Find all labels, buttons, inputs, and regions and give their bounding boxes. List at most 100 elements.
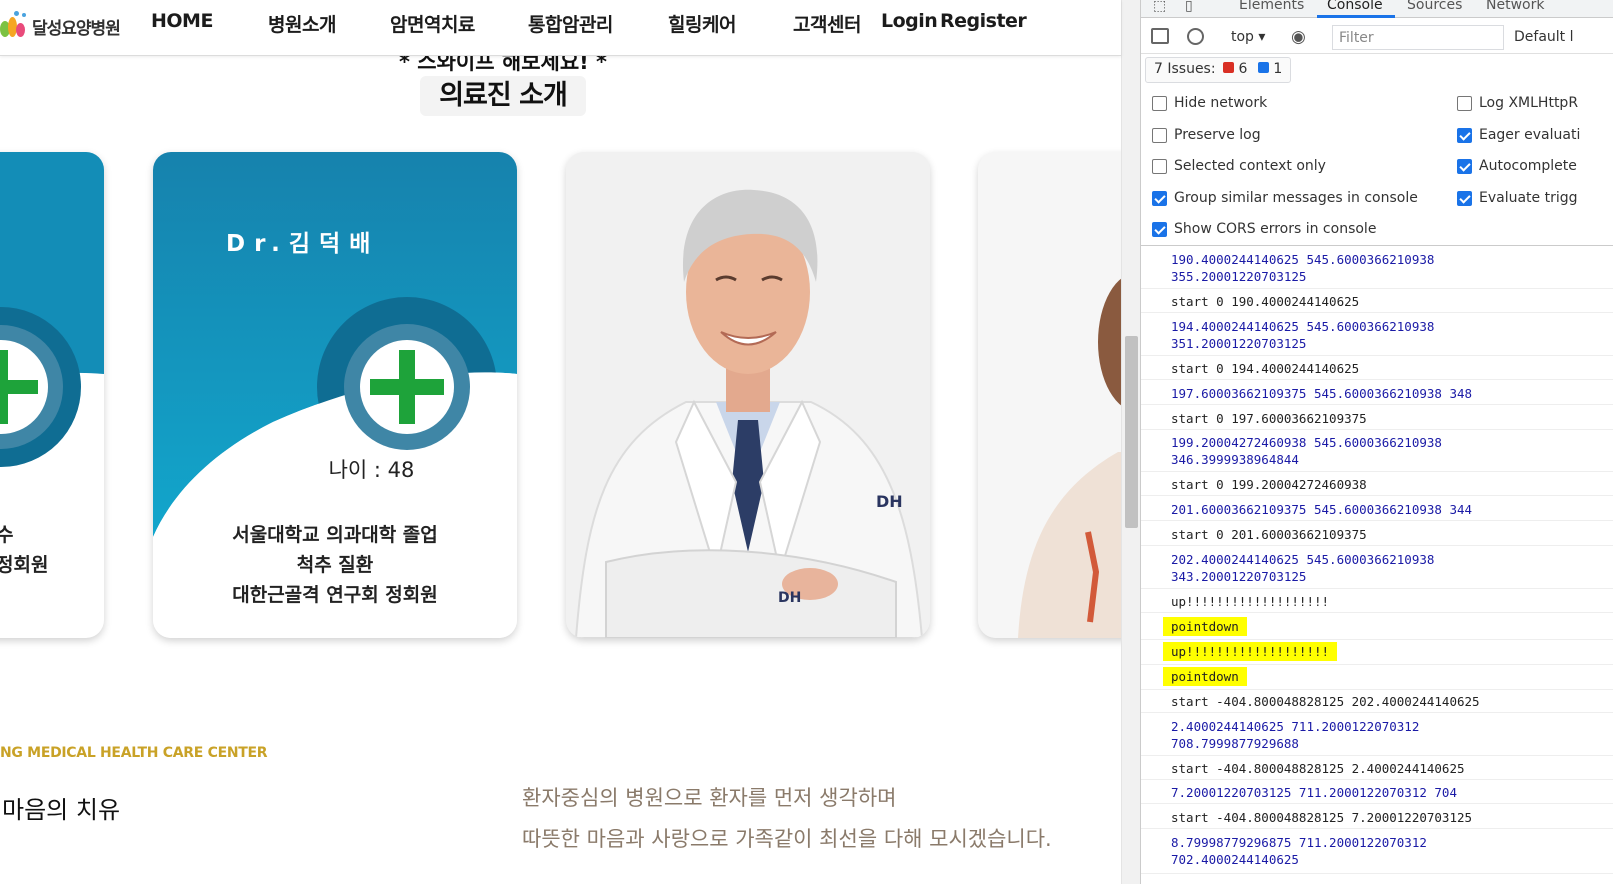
console-message: start 0 190.4000244140625 (1141, 293, 1613, 313)
description-line: 따뜻한 마음과 사랑으로 가족같이 최선을 다해 모시겠습니다. (522, 827, 1052, 851)
credential-line: 서울대학교 의과대학 졸업 (232, 524, 438, 546)
hospital-description: 환자중심의 병원으로 환자를 먼저 생각하며 따뜻한 마음과 사랑으로 가족같이… (522, 778, 1052, 860)
context-selector[interactable]: top ▾ (1231, 29, 1265, 45)
setting-group-similar[interactable]: Group similar messages in console (1152, 188, 1418, 208)
setting-label: Hide network (1174, 95, 1268, 111)
device-toolbar-icon[interactable]: ▯ (1185, 0, 1193, 14)
doctor-card-partial[interactable]: 수 정회원 (0, 152, 104, 638)
clear-console-icon[interactable] (1187, 28, 1204, 45)
console-message: 8.79998779296875 711.2000122070312 702.4… (1141, 834, 1613, 874)
error-icon (1223, 62, 1235, 73)
setting-label: Autocomplete (1479, 158, 1577, 174)
checkbox[interactable] (1152, 221, 1167, 237)
checkbox[interactable] (1457, 95, 1472, 111)
highlighted-text: pointdown (1163, 667, 1247, 686)
setting-hide-network[interactable]: Hide network (1152, 93, 1267, 113)
nav-about[interactable]: 병원소개 (268, 10, 336, 37)
highlighted-text: pointdown (1163, 617, 1247, 636)
setting-evaluate-triggers[interactable]: Evaluate trigg (1457, 188, 1578, 208)
console-message-highlighted: pointdown (1141, 667, 1613, 690)
tab-console[interactable]: Console (1327, 0, 1383, 13)
credential-line: 대한근골격 연구회 정회원 (232, 584, 438, 606)
console-output: 190.4000244140625 545.6000366210938 355.… (1141, 247, 1613, 884)
checkbox[interactable] (1152, 95, 1167, 111)
center-tagline-ko: 마음의 치유 (2, 796, 121, 824)
coat-logo-icon: DH (876, 492, 903, 511)
page-scrollbar[interactable] (1121, 0, 1140, 884)
devtools-tab-bar: ⬚ ▯ Elements Console Sources Network (1141, 0, 1613, 18)
coat-logo-icon: DH (778, 590, 801, 606)
console-message-highlighted: up!!!!!!!!!!!!!!!!!!! (1141, 642, 1613, 665)
console-filter-input[interactable]: Filter (1332, 25, 1504, 50)
sidebar-toggle-icon[interactable] (1151, 28, 1169, 44)
highlighted-text: up!!!!!!!!!!!!!!!!!!! (1163, 642, 1338, 661)
nav-register[interactable]: Register (940, 10, 1027, 32)
tab-network[interactable]: Network (1486, 0, 1544, 13)
logo-text: 달성요양병원 (32, 18, 121, 39)
issues-label: 7 Issues: (1154, 61, 1216, 77)
nav-cancer-care[interactable]: 통합암관리 (528, 10, 613, 37)
checkbox[interactable] (1152, 190, 1167, 206)
partial-card-line: 정회원 (0, 554, 49, 576)
checkbox[interactable] (1457, 127, 1472, 143)
setting-eager-evaluation[interactable]: Eager evaluati (1457, 125, 1580, 145)
credential-line: 척추 질환 (296, 554, 374, 576)
checkbox[interactable] (1152, 127, 1167, 143)
console-message: 7.20001220703125 711.2000122070312 704 (1141, 784, 1613, 804)
console-message: start 0 194.4000244140625 (1141, 360, 1613, 380)
checkbox[interactable] (1457, 190, 1472, 206)
info-icon (1257, 62, 1269, 73)
tab-sources[interactable]: Sources (1407, 0, 1462, 13)
setting-preserve-log[interactable]: Preserve log (1152, 125, 1261, 145)
console-message: 199.20004272460938 545.6000366210938 346… (1141, 434, 1613, 472)
site-logo[interactable]: 달성요양병원 (0, 6, 121, 46)
console-message: start -404.800048828125 202.400024414062… (1141, 693, 1613, 713)
nav-immunotherapy[interactable]: 암면역치료 (390, 10, 475, 37)
setting-label: Log XMLHttpR (1479, 95, 1579, 111)
log-levels-dropdown[interactable]: Default l (1514, 29, 1574, 45)
checkbox[interactable] (1152, 158, 1167, 174)
page-scrollbar-thumb[interactable] (1125, 336, 1138, 528)
partial-card-lines: 수 정회원 (0, 520, 48, 580)
console-toolbar: top ▾ ◉ Filter Default l (1141, 22, 1613, 54)
setting-label: Group similar messages in console (1174, 190, 1418, 206)
inspect-element-icon[interactable]: ⬚ (1153, 0, 1166, 14)
devtools-panel: ⬚ ▯ Elements Console Sources Network top… (1140, 0, 1613, 884)
center-tagline-en: NG MEDICAL HEALTH CARE CENTER (0, 745, 268, 761)
tab-elements[interactable]: Elements (1239, 0, 1304, 13)
doctor-card[interactable]: Dr.김덕배 나이 : 48 서울대학교 의과대학 졸업 척추 질환 대한근골격… (153, 152, 517, 638)
setting-label: Selected context only (1174, 158, 1326, 174)
console-message: 201.60003662109375 545.6000366210938 344 (1141, 501, 1613, 521)
doctor-photo-card-next[interactable] (978, 152, 1140, 638)
partial-card-line: 수 (0, 524, 14, 546)
issues-counter-button[interactable]: 7 Issues: 6 1 (1145, 57, 1292, 83)
nav-healing-care[interactable]: 힐링케어 (668, 10, 736, 37)
setting-log-xmlhttp[interactable]: Log XMLHttpR (1457, 93, 1578, 113)
setting-autocomplete[interactable]: Autocomplete (1457, 156, 1577, 176)
active-tab-indicator (1317, 15, 1395, 18)
console-message: start 0 201.60003662109375 (1141, 526, 1613, 546)
checkbox[interactable] (1457, 158, 1472, 174)
nav-home[interactable]: HOME (151, 10, 213, 32)
console-message: up!!!!!!!!!!!!!!!!!!! (1141, 593, 1613, 613)
doctor-photo (978, 152, 1140, 638)
doctor-photo: DH DH (566, 152, 930, 638)
issues-error-count: 6 (1238, 61, 1248, 77)
nav-login[interactable]: Login (881, 10, 938, 32)
setting-label: Evaluate trigg (1479, 190, 1578, 206)
console-message: 197.60003662109375 545.6000366210938 348 (1141, 385, 1613, 405)
website-viewport: 달성요양병원 HOME 병원소개 암면역치료 통합암관리 힐링케어 고객센터 L… (0, 0, 1140, 884)
console-message: 190.4000244140625 545.6000366210938 355.… (1141, 251, 1613, 289)
console-message: 2.4000244140625 711.2000122070312 708.79… (1141, 718, 1613, 756)
console-message: 202.4000244140625 545.6000366210938 343.… (1141, 551, 1613, 589)
console-message: start 0 199.20004272460938 (1141, 476, 1613, 496)
section-title: 의료진 소개 (420, 76, 586, 116)
setting-label: Show CORS errors in console (1174, 221, 1377, 237)
setting-selected-context-only[interactable]: Selected context only (1152, 156, 1326, 176)
console-message: start 0 197.60003662109375 (1141, 410, 1613, 430)
logo-icon (0, 11, 30, 41)
nav-customer-center[interactable]: 고객센터 (793, 10, 861, 37)
live-expression-eye-icon[interactable]: ◉ (1291, 27, 1306, 47)
doctor-photo-card[interactable]: DH DH (566, 152, 930, 638)
setting-show-cors-errors[interactable]: Show CORS errors in console (1152, 219, 1376, 239)
